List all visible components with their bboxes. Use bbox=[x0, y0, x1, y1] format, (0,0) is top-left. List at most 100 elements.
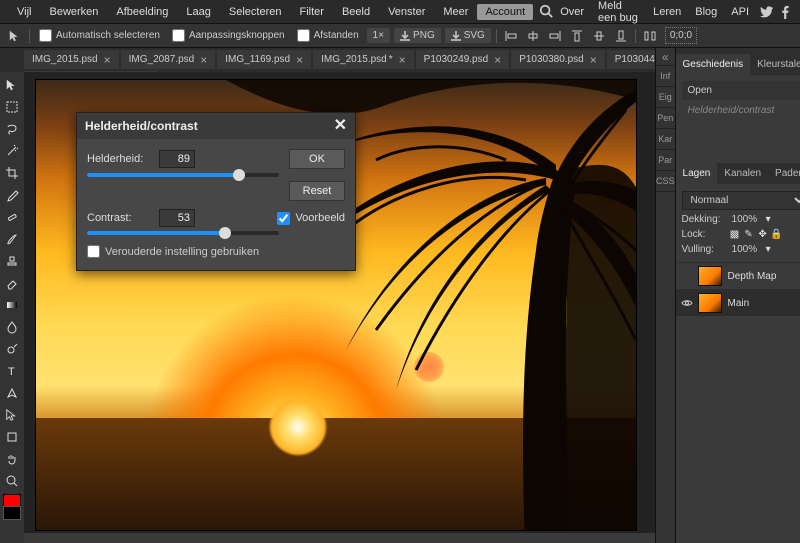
menu-account[interactable]: Account bbox=[477, 4, 533, 20]
lock-position-icon[interactable]: ✥ bbox=[757, 228, 769, 240]
menu-edit[interactable]: Bewerken bbox=[40, 4, 107, 20]
link-api[interactable]: API bbox=[724, 4, 756, 20]
tab-history[interactable]: Geschiedenis bbox=[676, 54, 751, 75]
color-swatches[interactable] bbox=[3, 494, 21, 520]
close-icon[interactable]: × bbox=[296, 55, 303, 65]
close-icon[interactable]: × bbox=[590, 55, 597, 65]
marquee-tool[interactable] bbox=[1, 96, 23, 118]
menu-window[interactable]: Venster bbox=[379, 4, 434, 20]
layer-thumbnail[interactable] bbox=[698, 266, 722, 286]
strip-paragraph[interactable]: Par bbox=[656, 150, 675, 171]
layer-name[interactable]: Main bbox=[728, 298, 750, 309]
lock-pixels-icon[interactable]: ✎ bbox=[743, 228, 755, 240]
menu-view[interactable]: Beeld bbox=[333, 4, 379, 20]
strip-info[interactable]: Inf bbox=[656, 66, 675, 87]
menu-filter[interactable]: Filter bbox=[290, 4, 332, 20]
horizontal-scrollbar[interactable] bbox=[24, 532, 655, 543]
align-right-icon[interactable] bbox=[546, 27, 564, 45]
layer-row[interactable]: Main bbox=[676, 289, 800, 316]
visibility-toggle-icon[interactable] bbox=[680, 269, 694, 283]
twitter-icon[interactable] bbox=[760, 4, 774, 20]
close-icon[interactable]: × bbox=[104, 55, 111, 65]
menu-more[interactable]: Meer bbox=[434, 4, 477, 20]
strip-css[interactable]: CSS bbox=[656, 171, 675, 192]
dodge-tool[interactable] bbox=[1, 338, 23, 360]
background-color[interactable] bbox=[3, 506, 21, 520]
close-icon[interactable]: × bbox=[494, 55, 501, 65]
export-svg-button[interactable]: SVG bbox=[445, 28, 491, 43]
chevron-down-icon[interactable]: ▾ bbox=[762, 243, 774, 255]
pixel-ratio-chip[interactable]: 1× bbox=[367, 28, 390, 43]
gradient-tool[interactable] bbox=[1, 294, 23, 316]
blend-mode-select[interactable]: Normaal bbox=[682, 191, 800, 210]
tab-2[interactable]: IMG_1169.psd× bbox=[217, 50, 311, 69]
menu-layer[interactable]: Laag bbox=[177, 4, 219, 20]
distances-checkbox[interactable]: Afstanden bbox=[297, 29, 359, 42]
close-icon[interactable]: ✕ bbox=[334, 120, 347, 132]
collapse-toggle-icon[interactable]: « bbox=[656, 48, 675, 66]
auto-select-checkbox[interactable]: Automatisch selecteren bbox=[39, 29, 160, 42]
menu-select[interactable]: Selecteren bbox=[220, 4, 291, 20]
zoom-tool[interactable] bbox=[1, 470, 23, 492]
menu-file[interactable]: Vijl bbox=[8, 4, 40, 20]
heal-tool[interactable] bbox=[1, 206, 23, 228]
type-tool[interactable]: T bbox=[1, 360, 23, 382]
dialog-titlebar[interactable]: Helderheid/contrast ✕ bbox=[77, 113, 355, 139]
tab-channels[interactable]: Kanalen bbox=[717, 163, 768, 184]
align-vcenter-icon[interactable] bbox=[590, 27, 608, 45]
strip-character[interactable]: Kar bbox=[656, 129, 675, 150]
legacy-checkbox[interactable]: Verouderde instelling gebruiken bbox=[87, 245, 345, 258]
fill-value[interactable]: 100% bbox=[732, 244, 758, 255]
tab-0[interactable]: IMG_2015.psd× bbox=[24, 50, 119, 69]
strip-properties[interactable]: Eig bbox=[656, 87, 675, 108]
brightness-value[interactable] bbox=[159, 150, 195, 168]
blur-tool[interactable] bbox=[1, 316, 23, 338]
canvas[interactable]: Helderheid/contrast ✕ Helderheid: OK bbox=[36, 80, 636, 530]
tab-4[interactable]: P1030249.psd× bbox=[416, 50, 510, 69]
history-step[interactable]: Open bbox=[682, 81, 800, 100]
layer-row[interactable]: Depth Map bbox=[676, 262, 800, 289]
layer-thumbnail[interactable] bbox=[698, 293, 722, 313]
lock-all-icon[interactable]: 🔒 bbox=[771, 228, 783, 240]
menu-image[interactable]: Afbeelding bbox=[107, 4, 177, 20]
close-icon[interactable]: × bbox=[399, 55, 406, 65]
search-icon[interactable] bbox=[539, 4, 553, 20]
preview-checkbox[interactable]: Voorbeeld bbox=[277, 212, 345, 225]
facebook-icon[interactable] bbox=[778, 4, 792, 20]
visibility-toggle-icon[interactable] bbox=[680, 296, 694, 310]
tab-layers[interactable]: Lagen bbox=[676, 163, 718, 184]
lock-transparent-icon[interactable]: ▩ bbox=[729, 228, 741, 240]
pen-tool[interactable] bbox=[1, 382, 23, 404]
close-icon[interactable]: × bbox=[200, 55, 207, 65]
contrast-value[interactable] bbox=[159, 209, 195, 227]
opacity-value[interactable]: 100% bbox=[732, 214, 758, 225]
shape-tool[interactable] bbox=[1, 426, 23, 448]
align-hcenter-icon[interactable] bbox=[524, 27, 542, 45]
hand-tool[interactable] bbox=[1, 448, 23, 470]
layer-name[interactable]: Depth Map bbox=[728, 271, 777, 282]
reset-button[interactable]: Reset bbox=[289, 181, 345, 201]
export-png-button[interactable]: PNG bbox=[394, 28, 441, 43]
transform-controls-checkbox[interactable]: Aanpassingsknoppen bbox=[172, 29, 285, 42]
link-blog[interactable]: Blog bbox=[688, 4, 724, 20]
link-learn[interactable]: Leren bbox=[646, 4, 688, 20]
tab-paths[interactable]: Paden bbox=[768, 163, 800, 184]
link-bug[interactable]: Meld een bug bbox=[591, 0, 646, 26]
history-step[interactable]: Helderheid/contrast bbox=[682, 102, 800, 119]
tab-3[interactable]: IMG_2015.psd*× bbox=[313, 50, 414, 69]
distribute-icon[interactable] bbox=[641, 27, 659, 45]
chevron-down-icon[interactable]: ▾ bbox=[762, 213, 774, 225]
contrast-slider[interactable] bbox=[87, 231, 279, 235]
brightness-slider[interactable] bbox=[87, 173, 279, 177]
stamp-tool[interactable] bbox=[1, 250, 23, 272]
align-top-icon[interactable] bbox=[568, 27, 586, 45]
ok-button[interactable]: OK bbox=[289, 149, 345, 169]
lasso-tool[interactable] bbox=[1, 118, 23, 140]
link-about[interactable]: Over bbox=[553, 4, 591, 20]
spacing-field[interactable]: 0;0;0 bbox=[665, 27, 697, 44]
tab-swatches[interactable]: Kleurstalen bbox=[750, 54, 800, 75]
brush-tool[interactable] bbox=[1, 228, 23, 250]
move-tool-icon[interactable] bbox=[6, 27, 24, 45]
align-left-icon[interactable] bbox=[502, 27, 520, 45]
strip-brush[interactable]: Pen bbox=[656, 108, 675, 129]
